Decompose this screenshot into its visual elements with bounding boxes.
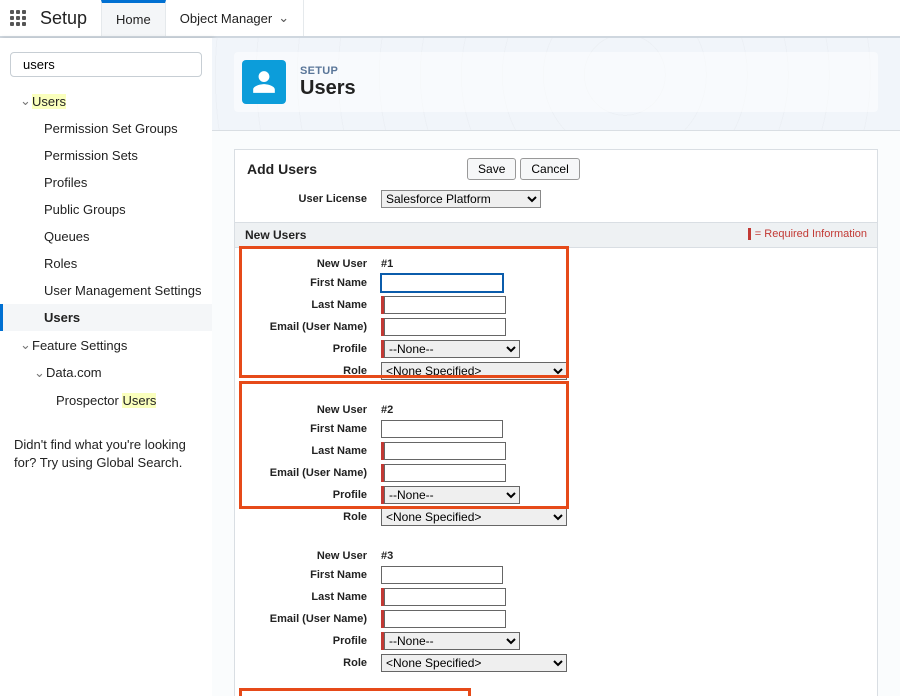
last-name-label: Last Name	[247, 299, 367, 311]
first-name-input[interactable]	[381, 566, 503, 584]
cancel-button-top[interactable]: Cancel	[520, 158, 579, 180]
app-name: Setup	[36, 8, 101, 29]
new-user-block: New User #1 First Name Last Name Email (User…	[235, 248, 877, 394]
profile-label: Profile	[247, 343, 367, 355]
new-user-label: New User	[247, 404, 367, 416]
email-input[interactable]	[384, 464, 506, 482]
not-found-text: Didn't find what you're looking for? Try…	[0, 414, 212, 482]
profile-select[interactable]: --None--	[384, 632, 520, 650]
sidebar-item-label: Users	[32, 94, 66, 109]
sidebar-item-datacom[interactable]: ⌄Data.com	[0, 359, 212, 387]
sidebar-item-queues[interactable]: Queues	[0, 223, 212, 250]
quick-find-box[interactable]	[10, 52, 202, 77]
sidebar-item-public-groups[interactable]: Public Groups	[0, 196, 212, 223]
last-name-label: Last Name	[247, 445, 367, 457]
sidebar-item-feature-settings[interactable]: ⌄Feature Settings	[0, 331, 212, 359]
last-name-label: Last Name	[247, 591, 367, 603]
role-label: Role	[247, 365, 367, 377]
page-header: SETUP Users	[212, 38, 900, 131]
role-label: Role	[247, 511, 367, 523]
first-name-input[interactable]	[381, 274, 503, 292]
page-header-kicker: SETUP	[300, 65, 356, 77]
sidebar-item-roles[interactable]: Roles	[0, 250, 212, 277]
profile-select[interactable]: --None--	[384, 340, 520, 358]
email-label: Email (User Name)	[247, 613, 367, 625]
sidebar-item-label: Data.com	[46, 365, 102, 380]
tab-object-manager-label: Object Manager	[180, 11, 273, 26]
profile-select[interactable]: --None--	[384, 486, 520, 504]
sidebar-item-permission-sets[interactable]: Permission Sets	[0, 142, 212, 169]
tab-object-manager[interactable]: Object Manager ⌄	[166, 0, 304, 36]
sidebar-item-highlight: Users	[122, 393, 156, 408]
save-button-top[interactable]: Save	[467, 158, 516, 180]
new-user-label: New User	[247, 258, 367, 270]
section-title: New Users	[245, 228, 306, 242]
user-icon	[242, 60, 286, 104]
panel-title: Add Users	[247, 161, 317, 177]
sidebar-item-user-management-settings[interactable]: User Management Settings	[0, 277, 212, 304]
sidebar-item-label: Profiles	[44, 175, 87, 190]
tab-home-label: Home	[116, 12, 151, 27]
email-input[interactable]	[384, 318, 506, 336]
page-title: Users	[300, 77, 356, 100]
sidebar-item-label: Prospector	[56, 393, 122, 408]
tab-home[interactable]: Home	[101, 0, 166, 36]
email-label: Email (User Name)	[247, 467, 367, 479]
add-users-panel: Add Users Save Cancel User License Sales…	[234, 149, 878, 696]
user-license-label: User License	[247, 193, 367, 205]
quick-find-input[interactable]	[23, 57, 199, 72]
sidebar-item-label: Roles	[44, 256, 77, 271]
first-name-input[interactable]	[381, 420, 503, 438]
required-legend: = Required Information	[748, 228, 867, 242]
email-label: Email (User Name)	[247, 321, 367, 333]
sidebar-item-users[interactable]: Users	[0, 304, 212, 331]
global-header: Setup Home Object Manager ⌄	[0, 0, 900, 38]
role-select[interactable]: <None Specified>	[381, 362, 567, 380]
sidebar-item-label: Queues	[44, 229, 90, 244]
new-user-num: #1	[381, 258, 393, 270]
sidebar-item-permission-set-groups[interactable]: Permission Set Groups	[0, 115, 212, 142]
last-name-input[interactable]	[384, 442, 506, 460]
setup-sidebar: ⌄Users Permission Set Groups Permission …	[0, 38, 212, 696]
first-name-label: First Name	[247, 569, 367, 581]
sidebar-item-label: Permission Set Groups	[44, 121, 178, 136]
sidebar-item-users-root[interactable]: ⌄Users	[0, 87, 212, 115]
sidebar-item-prospector-users[interactable]: Prospector Users	[0, 387, 212, 414]
role-select[interactable]: <None Specified>	[381, 508, 567, 526]
first-name-label: First Name	[247, 423, 367, 435]
role-label: Role	[247, 657, 367, 669]
user-license-select[interactable]: Salesforce Platform	[381, 190, 541, 208]
new-user-num: #2	[381, 404, 393, 416]
sidebar-item-label: Users	[44, 310, 80, 325]
main-content: SETUP Users Add Users Save Cancel User L…	[212, 38, 900, 696]
role-select[interactable]: <None Specified>	[381, 654, 567, 672]
profile-label: Profile	[247, 635, 367, 647]
profile-label: Profile	[247, 489, 367, 501]
sidebar-item-profiles[interactable]: Profiles	[0, 169, 212, 196]
last-name-input[interactable]	[384, 296, 506, 314]
new-user-num: #3	[381, 550, 393, 562]
first-name-label: First Name	[247, 277, 367, 289]
email-input[interactable]	[384, 610, 506, 628]
sidebar-item-label: Public Groups	[44, 202, 126, 217]
sidebar-item-label: User Management Settings	[44, 283, 202, 298]
new-user-block: New User #3 First Name Last Name Email (User…	[235, 540, 877, 686]
chevron-down-icon: ⌄	[278, 10, 289, 26]
last-name-input[interactable]	[384, 588, 506, 606]
sidebar-item-label: Permission Sets	[44, 148, 138, 163]
sidebar-item-label: Feature Settings	[32, 338, 127, 353]
app-launcher-icon[interactable]	[0, 10, 36, 26]
new-user-label: New User	[247, 550, 367, 562]
new-user-block: New User #2 First Name Last Name Email (User…	[235, 394, 877, 540]
